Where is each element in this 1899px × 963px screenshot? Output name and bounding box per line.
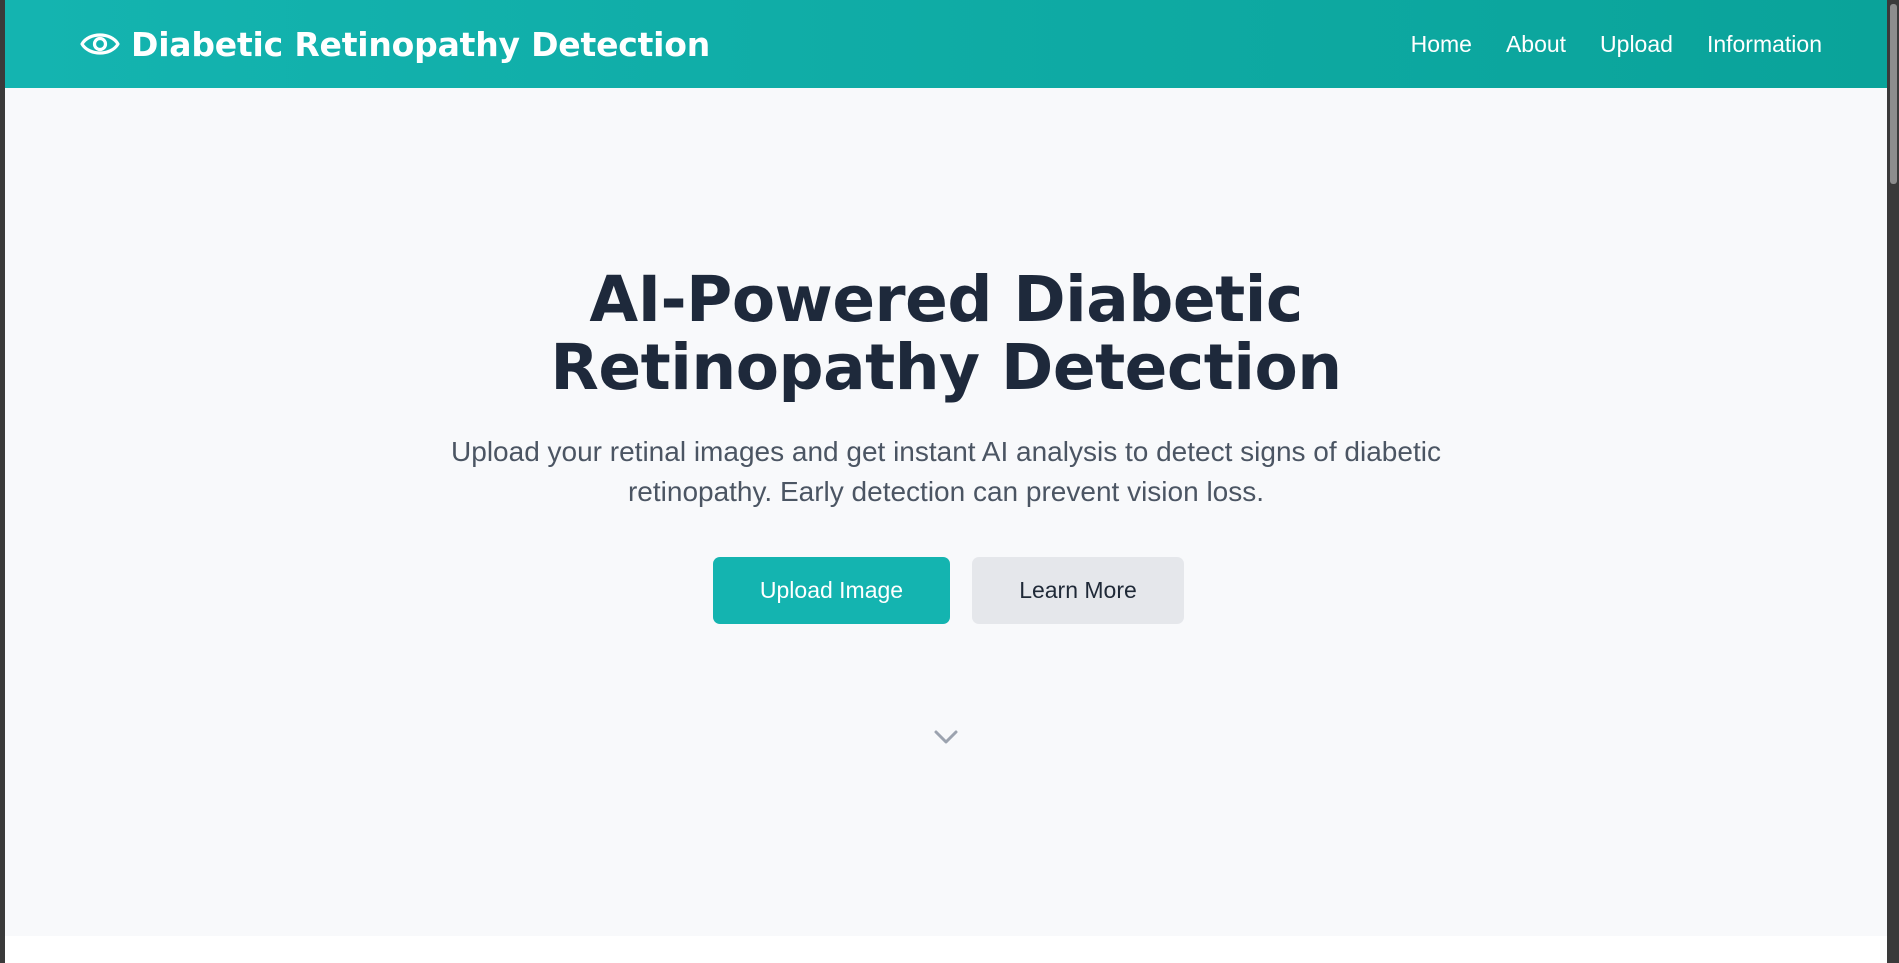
eye-icon bbox=[79, 23, 121, 65]
hero-title-line-2: Retinopathy Detection bbox=[550, 331, 1342, 404]
nav-link-information[interactable]: Information bbox=[1707, 31, 1822, 58]
hero-subtitle: Upload your retinal images and get insta… bbox=[5, 432, 1887, 512]
hero-subtitle-line-1: Upload your retinal images and get insta… bbox=[451, 436, 1441, 467]
hero-section: AI-Powered Diabetic Retinopathy Detectio… bbox=[5, 88, 1887, 936]
browser-window: Diabetic Retinopathy Detection Home Abou… bbox=[5, 0, 1887, 963]
next-section-edge bbox=[5, 936, 1887, 963]
hero-title: AI-Powered Diabetic Retinopathy Detectio… bbox=[5, 266, 1887, 402]
main-nav: Home About Upload Information bbox=[1377, 0, 1822, 88]
nav-link-home[interactable]: Home bbox=[1411, 31, 1472, 58]
site-title: Diabetic Retinopathy Detection bbox=[131, 24, 711, 64]
chevron-down-icon[interactable] bbox=[929, 723, 963, 751]
nav-link-upload[interactable]: Upload bbox=[1600, 31, 1673, 58]
upload-image-button[interactable]: Upload Image bbox=[713, 557, 950, 624]
nav-link-about[interactable]: About bbox=[1506, 31, 1566, 58]
learn-more-button[interactable]: Learn More bbox=[972, 557, 1184, 624]
navbar: Diabetic Retinopathy Detection Home Abou… bbox=[5, 0, 1887, 88]
hero-title-line-1: AI-Powered Diabetic bbox=[589, 263, 1303, 336]
scrollbar-thumb[interactable] bbox=[1890, 4, 1897, 184]
hero-subtitle-line-2: retinopathy. Early detection can prevent… bbox=[627, 476, 1265, 507]
brand[interactable]: Diabetic Retinopathy Detection bbox=[79, 0, 710, 88]
scrollbar[interactable] bbox=[1887, 0, 1899, 963]
